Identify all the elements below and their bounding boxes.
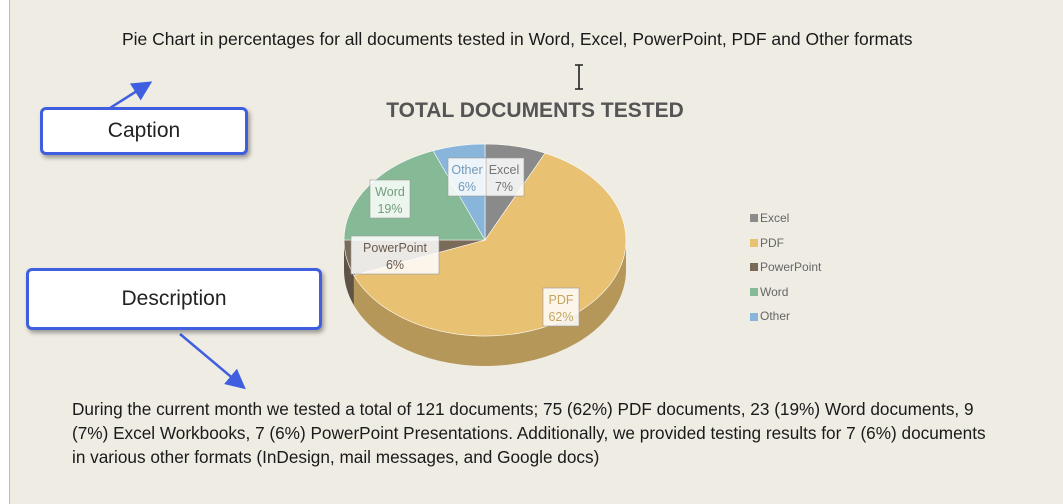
- text-cursor-icon: [575, 64, 583, 90]
- svg-text:62%: 62%: [548, 310, 573, 324]
- data-label-other: Other 6%: [447, 157, 487, 197]
- legend-swatch: [750, 312, 758, 321]
- svg-text:19%: 19%: [377, 202, 402, 216]
- legend-item-other: Other: [750, 304, 821, 329]
- legend-swatch: [750, 288, 758, 297]
- svg-text:7%: 7%: [495, 180, 513, 194]
- chart-caption: Pie Chart in percentages for all documen…: [122, 29, 913, 49]
- svg-text:6%: 6%: [386, 258, 404, 272]
- chart-description: During the current month we tested a tot…: [72, 399, 986, 468]
- chart-legend: Excel PDF PowerPoint Word Other: [750, 206, 821, 329]
- svg-text:Excel: Excel: [489, 163, 520, 177]
- svg-text:PDF: PDF: [549, 293, 574, 307]
- legend-item-powerpoint: PowerPoint: [750, 255, 821, 280]
- legend-swatch: [750, 263, 758, 272]
- legend-label: Other: [760, 309, 791, 324]
- chart-title: TOTAL DOCUMENTS TESTED: [386, 99, 684, 122]
- data-label-word: Word 19%: [369, 179, 411, 219]
- svg-text:Word: Word: [375, 185, 405, 199]
- legend-label: PDF: [760, 235, 784, 250]
- svg-text:6%: 6%: [458, 180, 476, 194]
- data-label-pdf: PDF 62%: [542, 287, 580, 327]
- caption-callout: Caption: [40, 107, 248, 155]
- legend-label: PowerPoint: [760, 260, 822, 275]
- svg-text:Other: Other: [451, 163, 482, 177]
- data-label-powerpoint: PowerPoint 6%: [350, 235, 440, 275]
- svg-text:PowerPoint: PowerPoint: [363, 241, 427, 255]
- legend-item-word: Word: [750, 280, 821, 305]
- legend-item-pdf: PDF: [750, 231, 821, 256]
- legend-label: Excel: [760, 211, 790, 225]
- pie-chart: Excel 7% PDF 62% PowerPoint 6% Word 19% Other 6%: [343, 143, 627, 366]
- legend-label: Word: [760, 284, 789, 299]
- data-label-excel: Excel 7%: [483, 157, 525, 197]
- legend-swatch: [750, 214, 758, 223]
- legend-swatch: [750, 238, 758, 247]
- description-callout: Description: [26, 268, 322, 330]
- legend-item-excel: Excel: [750, 206, 821, 231]
